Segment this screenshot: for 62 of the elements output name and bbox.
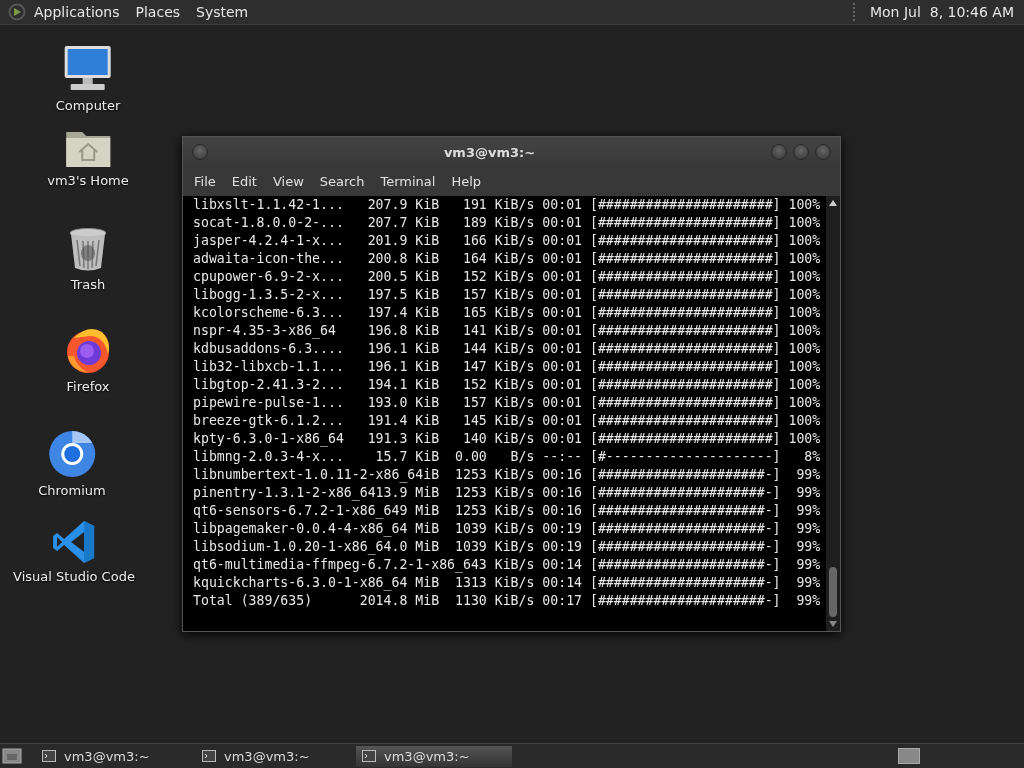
icon-label[interactable]: Trash — [70, 277, 106, 292]
terminal-line: libpagemaker-0.0.4-4-x86_64 MiB 1039 KiB/s 00:19 [#####################-] 99% — [193, 520, 821, 538]
menu-item[interactable]: Search — [311, 174, 373, 189]
scroll-up-icon[interactable] — [829, 200, 837, 206]
minimize-button[interactable] — [771, 144, 787, 160]
scroll-down-icon[interactable] — [829, 621, 837, 627]
terminal-line: pipewire-pulse-1... 193.0 KiB 157 KiB/s 00:01 [######################] 100% — [193, 394, 821, 412]
terminal-line: libgtop-2.41.3-2... 194.1 KiB 152 KiB/s 00:01 [######################] 100% — [193, 376, 821, 394]
terminal-line: libxslt-1.1.42-1... 207.9 KiB 191 KiB/s 00:01 [######################] 100% — [193, 196, 821, 214]
chromium-icon[interactable] — [48, 430, 96, 478]
window-menu-button[interactable] — [192, 144, 208, 160]
terminal-line: socat-1.8.0.0-2-... 207.7 KiB 189 KiB/s 00:01 [######################] 100% — [193, 214, 821, 232]
icon-label[interactable]: vm3's Home — [47, 173, 129, 188]
terminal-line: adwaita-icon-the... 200.8 KiB 164 KiB/s 00:01 [######################] 100% — [193, 250, 821, 268]
terminal-line: Total (389/635) 2014.8 MiB 1130 KiB/s 00:17 [#####################-] 99% — [193, 592, 821, 610]
terminal-line: cpupower-6.9-2-x... 200.5 KiB 152 KiB/s 00:01 [######################] 100% — [193, 268, 821, 286]
menu-item[interactable]: Edit — [223, 174, 265, 189]
taskbar-button[interactable]: vm3@vm3:~ — [36, 745, 192, 767]
app-menu-icon[interactable] — [8, 3, 26, 21]
terminal-line: libnumbertext-1.0.11-2-x86_64iB 1253 KiB/s 00:16 [#####################-] 99% — [193, 466, 821, 484]
terminal-line: nspr-4.35-3-x86_64 196.8 KiB 141 KiB/s 00:01 [######################] 100% — [193, 322, 821, 340]
terminal-line: pinentry-1.3.1-2-x86_6413.9 MiB 1253 KiB/s 00:16 [#####################-] 99% — [193, 484, 821, 502]
terminal-line: kcolorscheme-6.3... 197.4 KiB 165 KiB/s 00:01 [######################] 100% — [193, 304, 821, 322]
terminal-line: qt6-multimedia-ffmpeg-6.7.2-1-x86_643 KiB/s 00:14 [#####################-] 99% — [193, 556, 821, 574]
terminal-line: kdbusaddons-6.3.... 196.1 KiB 144 KiB/s 00:01 [######################] 100% — [193, 340, 821, 358]
taskbar-button[interactable]: vm3@vm3:~ — [356, 745, 512, 767]
scrollbar[interactable] — [826, 196, 840, 631]
taskbar-button[interactable]: vm3@vm3:~ — [196, 745, 352, 767]
trash-icon[interactable] — [69, 228, 107, 272]
icon-label[interactable]: Computer — [55, 98, 121, 113]
terminal-line: qt6-sensors-6.7.2-1-x86_649 MiB 1253 KiB/s 00:16 [#####################-] 99% — [193, 502, 821, 520]
scroll-thumb[interactable] — [829, 567, 837, 617]
terminal-line: libsodium-1.0.20-1-x86_64.0 MiB 1039 KiB/s 00:19 [#####################-] 99% — [193, 538, 821, 556]
terminal-icon — [42, 750, 56, 762]
terminal-icon — [362, 750, 376, 762]
terminal-line: libogg-1.3.5-2-x... 197.5 KiB 157 KiB/s 00:01 [######################] 100% — [193, 286, 821, 304]
terminal-line: lib32-libxcb-1.1... 196.1 KiB 147 KiB/s 00:01 [######################] 100% — [193, 358, 821, 376]
firefox-icon[interactable] — [64, 326, 112, 374]
code-editor-icon[interactable] — [52, 520, 96, 564]
terminal-line: jasper-4.2.4-1-x... 201.9 KiB 166 KiB/s 00:01 [######################] 100% — [193, 232, 821, 250]
menu-item[interactable]: View — [264, 174, 312, 189]
computer-icon[interactable] — [63, 45, 113, 93]
menu-item[interactable]: Terminal — [372, 174, 444, 189]
window-title: vm3@vm3:~ — [442, 144, 537, 160]
panel-menu[interactable]: System — [188, 0, 257, 25]
terminal-line: libmng-2.0.3-4-x... 15.7 KiB 0.00 B/s --:-- [#---------------------] 8% — [193, 448, 821, 466]
menu-item[interactable]: File — [186, 174, 224, 189]
terminal-line: kpty-6.3.0-1-x86_64 191.3 KiB 140 KiB/s 00:01 [######################] 100% — [193, 430, 821, 448]
panel-menu[interactable]: Places — [127, 0, 189, 25]
terminal-line: breeze-gtk-6.1.2... 191.4 KiB 145 KiB/s 00:01 [######################] 100% — [193, 412, 821, 430]
close-button[interactable] — [815, 144, 831, 160]
workspace-switcher[interactable] — [898, 748, 920, 764]
panel-handle — [852, 3, 858, 21]
clock[interactable]: Mon Jul 8, 10:46 AM — [863, 4, 1024, 20]
menu-item[interactable]: Help — [443, 174, 490, 189]
icon-label[interactable]: Visual Studio Code — [13, 569, 135, 584]
icon-label[interactable]: Chromium — [38, 483, 106, 498]
terminal-icon — [202, 750, 216, 762]
maximize-button[interactable] — [793, 144, 809, 160]
icon-label[interactable]: Firefox — [66, 379, 110, 394]
terminal-line: kquickcharts-6.3.0-1-x86_64 MiB 1313 KiB/s 00:14 [#####################-] 99% — [193, 574, 821, 592]
panel-menu[interactable]: Applications — [26, 0, 128, 25]
